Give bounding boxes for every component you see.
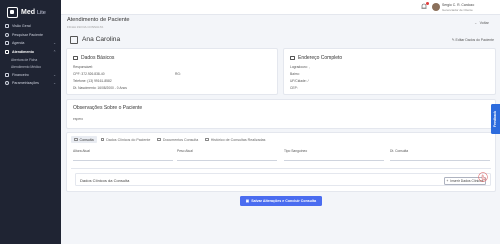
plus-icon: +	[446, 178, 449, 183]
user-name[interactable]: Sergio C. R. Cardozo	[442, 3, 474, 7]
observations-title: Observações Sobre o Paciente	[73, 105, 143, 111]
grid-icon	[5, 24, 9, 29]
logradouro-field: Logradouro: ,	[290, 65, 310, 69]
tab-label: Documentos Consulta	[162, 137, 199, 142]
user-icon	[70, 36, 78, 44]
cpf-field: CPF: 372.926.838-40	[73, 72, 105, 76]
nascimento-field: Dt. Nascimento: 16/08/2000 - 0 Anos	[73, 86, 127, 90]
history-icon	[205, 137, 209, 142]
feedback-label: Feedback	[493, 110, 498, 128]
id-card-icon	[73, 56, 78, 60]
sidebar-subitem-abertura-ficha[interactable]: Abertura de Ficha	[0, 56, 61, 63]
sidebar-item-label: Visão Geral	[12, 24, 31, 29]
tab-historico[interactable]: Histórico de Consultas Realizadas	[202, 136, 268, 143]
save-icon: ▣	[245, 199, 250, 203]
edit-patient-link[interactable]: ✎ Editar Dados do Paciente	[452, 38, 494, 42]
observations-card: Observações Sobre o Paciente espero	[66, 99, 496, 129]
sidebar-item-label: Atendimento	[12, 50, 34, 55]
sidebar-nav: Visão Geral Pesquisar Paciente Agenda ⌄ …	[0, 22, 61, 88]
pointer-hand-icon	[478, 172, 488, 182]
sidebar-item-agenda[interactable]: Agenda ⌄	[0, 39, 61, 48]
chevron-down-icon: ⌄	[53, 41, 56, 46]
back-button[interactable]: ← Voltar	[474, 21, 489, 25]
sidebar-item-label: Financeiro	[12, 72, 29, 77]
tab-label: Dados Clínicos do Paciente	[106, 137, 151, 142]
patient-name: Ana Carolina	[82, 36, 121, 43]
brand-logo[interactable]: Med Lite	[0, 3, 61, 21]
sidebar-item-financeiro[interactable]: Financeiro ⌄	[0, 70, 61, 79]
brand-suffix: Lite	[36, 9, 46, 16]
sidebar-item-label: Pesquisar Paciente	[12, 32, 43, 37]
dt-consulta-input[interactable]	[390, 154, 490, 161]
tab-consulta[interactable]: Consulta	[71, 136, 97, 143]
sidebar-item-label: Parametrizações	[12, 81, 39, 86]
sidebar-item-parametrizacoes[interactable]: Parametrizações ⌄	[0, 79, 61, 88]
tipo-sanguineo-select[interactable]	[284, 154, 384, 161]
sidebar-subitem-atendimento-medico[interactable]: Atendimento Médico	[0, 63, 61, 70]
sidebar-item-label: Agenda	[12, 41, 25, 46]
notification-badge	[426, 2, 429, 5]
feedback-tab[interactable]: Feedback	[491, 104, 500, 134]
peso-label: Peso Atual	[177, 149, 193, 153]
basic-data-title: Dados Básicos	[81, 55, 115, 61]
clinical-data-panel: Dados Clínicos da Consulta + Inserir Dad…	[75, 173, 491, 186]
arrow-left-icon: ←	[474, 21, 478, 25]
consultation-card: Consulta Dados Clínicos do Paciente Docu…	[66, 132, 496, 192]
peso-input[interactable]	[177, 154, 277, 161]
uf-cidade-field: UF/Cidade: /	[290, 79, 309, 83]
user-role: Gerenciador de Cliente	[442, 8, 473, 12]
dt-consulta-label: Dt. Consulta	[390, 149, 409, 153]
sidebar-item-atendimento[interactable]: Atendimento ⌃	[0, 48, 61, 57]
tab-dados-clinicos[interactable]: Dados Clínicos do Paciente	[98, 136, 154, 143]
page-title: Atendimento de Paciente	[67, 17, 130, 23]
page-subtitle: FICHA 193 DA CONSULTA	[67, 25, 104, 29]
stethoscope-icon	[5, 50, 9, 55]
wallet-icon	[5, 72, 9, 77]
sidebar: Med Lite Visão Geral Pesquisar Paciente …	[0, 0, 61, 244]
telefone-field: Telefone: (13) 99161-8582	[73, 79, 112, 83]
basic-data-card: Dados Básicos Responsável: CPF: 372.926.…	[66, 48, 278, 95]
settings-icon	[5, 81, 9, 86]
address-card: Endereço Completo Logradouro: , Bairro: …	[283, 48, 496, 95]
tab-label: Consulta	[79, 137, 94, 142]
tab-label: Histórico de Consultas Realizadas	[210, 137, 266, 142]
chevron-down-icon: ⌄	[53, 81, 56, 86]
back-button-label: Voltar	[479, 21, 489, 25]
stethoscope-icon	[74, 137, 78, 142]
search-icon	[5, 32, 9, 37]
tab-bar: Consulta Dados Clínicos do Paciente Docu…	[71, 136, 268, 143]
chevron-up-icon: ⌃	[53, 50, 56, 55]
altura-label: Altura Atual	[73, 149, 90, 153]
chevron-down-icon: ⌄	[53, 72, 56, 77]
document-icon	[157, 137, 161, 142]
clipboard-icon	[100, 137, 105, 142]
save-button-label: Salvar Alterações e Concluir Consulta	[251, 199, 317, 203]
rg-field: RG:	[175, 72, 181, 76]
brand-name: Med	[21, 8, 35, 16]
address-title: Endereço Completo	[298, 55, 343, 61]
sidebar-item-pesquisar-paciente[interactable]: Pesquisar Paciente	[0, 31, 61, 40]
home-icon	[290, 56, 295, 60]
logo-icon	[7, 6, 18, 18]
divider	[71, 168, 491, 169]
tab-documentos[interactable]: Documentos Consulta	[154, 136, 201, 143]
clinical-data-title: Dados Clínicos da Consulta	[80, 178, 130, 183]
calendar-icon	[5, 41, 9, 46]
bairro-field: Bairro:	[290, 72, 300, 76]
patient-header: Ana Carolina ✎ Editar Dados do Paciente	[66, 32, 496, 46]
avatar[interactable]	[432, 3, 440, 11]
altura-input[interactable]	[73, 154, 173, 161]
sidebar-item-visao-geral[interactable]: Visão Geral	[0, 22, 61, 31]
tipo-sanguineo-label: Tipo Sanguíneo	[284, 149, 308, 153]
save-and-finish-button[interactable]: ▣ Salvar Alterações e Concluir Consulta	[240, 196, 322, 206]
observations-text: espero	[73, 117, 84, 121]
edit-patient-label: Editar Dados do Paciente	[455, 38, 494, 42]
responsavel-field: Responsável:	[73, 65, 93, 69]
cep-field: CEP:	[290, 86, 298, 90]
